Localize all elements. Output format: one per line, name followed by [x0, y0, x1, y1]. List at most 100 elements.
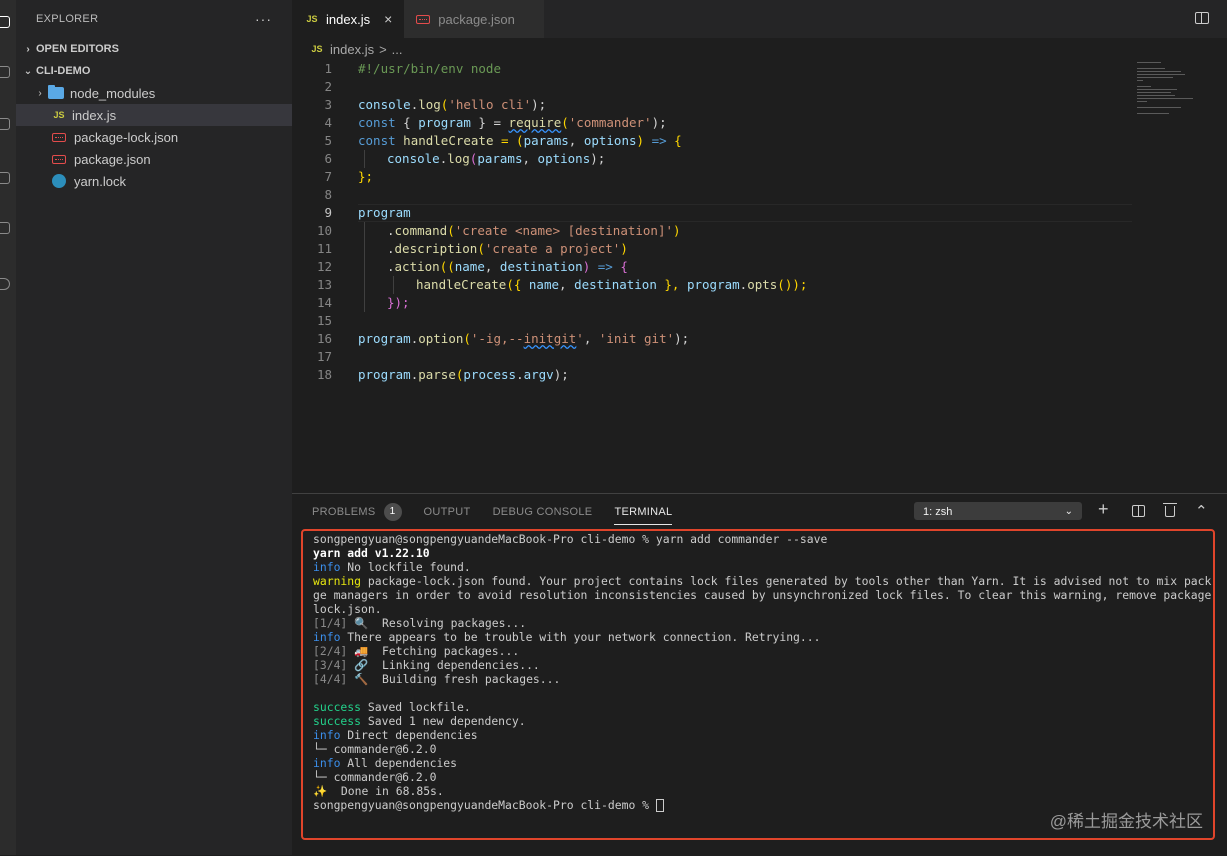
- code-token: #!/usr/bin/env node: [358, 61, 501, 76]
- open-editors-section[interactable]: › OPEN EDITORS: [16, 38, 292, 60]
- run-debug-icon[interactable]: [0, 172, 10, 184]
- line-number: 18: [316, 367, 332, 382]
- watermark: @稀土掘金技术社区: [1049, 812, 1203, 831]
- split-terminal-icon[interactable]: [1132, 505, 1145, 517]
- terminal-cursor: [655, 799, 664, 812]
- project-section[interactable]: ⌄ CLI-DEMO: [16, 60, 292, 82]
- code-token: (: [477, 241, 485, 256]
- tab-problems[interactable]: PROBLEMS 1: [312, 502, 402, 521]
- account-icon[interactable]: [0, 278, 10, 290]
- tree-item-index-js[interactable]: JS index.js: [16, 104, 292, 126]
- search-icon[interactable]: [0, 66, 10, 78]
- code-token: program: [358, 205, 411, 220]
- code-token: log: [418, 97, 441, 112]
- tree-item-label: node_modules: [70, 85, 156, 101]
- code-token: const: [358, 115, 396, 130]
- terminal-line: info No lockfile found.: [313, 560, 1213, 574]
- terminal-prefix: [1/4]: [313, 616, 348, 630]
- code-token: ,: [522, 151, 538, 166]
- breadcrumb-file[interactable]: index.js: [330, 42, 374, 57]
- code-token: = (: [493, 133, 524, 148]
- code-line: 13 handleCreate({ name, destination }, pr…: [292, 276, 1227, 294]
- code-line: 5 const handleCreate = (params, options) …: [292, 132, 1227, 150]
- code-editor[interactable]: 1 #!/usr/bin/env node 2 3 console. log ('hel…: [292, 60, 1227, 384]
- terminal-output[interactable]: songpengyuan@songpengyuandeMacBook-Pro c…: [301, 529, 1215, 840]
- tab-terminal[interactable]: TERMINAL: [614, 506, 673, 525]
- close-icon[interactable]: ×: [384, 11, 392, 27]
- terminal-prefix: info: [313, 728, 341, 742]
- more-actions-icon[interactable]: ···: [255, 11, 272, 27]
- panel-tabs: PROBLEMS 1 OUTPUT DEBUG CONSOLE TERMINAL…: [292, 494, 1227, 529]
- terminal-line: info There appears to be trouble with yo…: [313, 630, 1213, 644]
- line-number: 13: [316, 277, 332, 292]
- tab-package-json[interactable]: package.json: [404, 0, 545, 38]
- code-token: .: [516, 367, 524, 382]
- code-token: ,: [484, 259, 500, 274]
- new-terminal-icon[interactable]: +: [1098, 500, 1109, 518]
- code-token: program: [358, 331, 411, 346]
- code-line: 18 program.parse(process.argv);: [292, 366, 1227, 384]
- code-token: ): [582, 259, 598, 274]
- code-token: ,: [583, 331, 599, 346]
- code-token: name: [528, 277, 559, 292]
- source-control-icon[interactable]: [0, 118, 10, 130]
- extensions-icon[interactable]: [0, 222, 10, 234]
- json-file-icon: [52, 132, 66, 142]
- explorer-icon[interactable]: [0, 16, 10, 28]
- tree-item-label: index.js: [72, 107, 117, 123]
- breadcrumb: JS index.js > ...: [292, 38, 1227, 60]
- code-token: (: [463, 331, 471, 346]
- code-token: );: [531, 97, 547, 112]
- code-line: 11 .description('create a project'): [292, 240, 1227, 258]
- terminal-line: info All dependencies: [313, 756, 1213, 770]
- split-editor-icon[interactable]: [1195, 12, 1209, 24]
- line-number: 5: [324, 133, 332, 148]
- tab-label: package.json: [438, 11, 515, 27]
- tab-index-js[interactable]: JS index.js ×: [292, 0, 405, 38]
- chevron-down-icon: ⌄: [23, 65, 33, 77]
- chevron-right-icon: ›: [38, 87, 42, 99]
- chevron-down-icon: ⌄: [1064, 506, 1073, 517]
- terminal-prefix: warning: [313, 574, 362, 588]
- code-token: params: [477, 151, 523, 166]
- code-line-current: 9 program: [292, 204, 1227, 222]
- tab-label: DEBUG CONSOLE: [492, 505, 593, 518]
- tree-item-package-lock-json[interactable]: package-lock.json: [16, 126, 292, 148]
- terminal-prefix: [4/4]: [313, 672, 348, 686]
- code-token: {: [395, 115, 419, 130]
- code-token: );: [651, 115, 667, 130]
- trash-icon[interactable]: [1163, 503, 1177, 517]
- bottom-panel: PROBLEMS 1 OUTPUT DEBUG CONSOLE TERMINAL…: [292, 493, 1227, 856]
- code-token: .: [387, 223, 395, 238]
- code-token: 'create a project': [484, 241, 621, 256]
- tree-item-package-json[interactable]: package.json: [16, 148, 292, 170]
- minimap[interactable]: [1137, 60, 1227, 114]
- open-editors-label: OPEN EDITORS: [36, 43, 119, 55]
- tab-debug-console[interactable]: DEBUG CONSOLE: [493, 506, 593, 518]
- code-token: 'commander': [568, 115, 652, 130]
- terminal-line: info Direct dependencies: [313, 728, 1213, 742]
- tab-output[interactable]: OUTPUT: [424, 506, 471, 518]
- line-number: 14: [316, 295, 332, 310]
- terminal-prefix: success: [313, 714, 362, 728]
- code-token: };: [358, 169, 374, 184]
- code-line: 10 .command('create <name> [destination]'…: [292, 222, 1227, 240]
- code-token: },: [656, 277, 687, 292]
- tree-item-node-modules[interactable]: › node_modules: [16, 82, 292, 104]
- code-token: .: [387, 259, 395, 274]
- code-token: ': [576, 331, 584, 346]
- code-token: {: [612, 259, 628, 274]
- terminal-select[interactable]: 1: zsh ⌄: [914, 502, 1082, 520]
- tree-item-yarn-lock[interactable]: yarn.lock: [16, 170, 292, 192]
- chevron-up-icon[interactable]: ⌃: [1195, 504, 1208, 520]
- code-token: options: [537, 151, 591, 166]
- tree-item-label: package-lock.json: [74, 129, 179, 145]
- terminal-prefix: info: [313, 756, 341, 770]
- code-token: =>: [597, 259, 613, 274]
- js-file-icon: JS: [311, 44, 323, 54]
- explorer-title: EXPLORER: [36, 13, 99, 25]
- code-token: command: [394, 223, 448, 238]
- terminal-text: All dependencies: [340, 756, 458, 770]
- tree-item-label: yarn.lock: [74, 173, 127, 189]
- breadcrumb-rest[interactable]: ...: [392, 42, 403, 57]
